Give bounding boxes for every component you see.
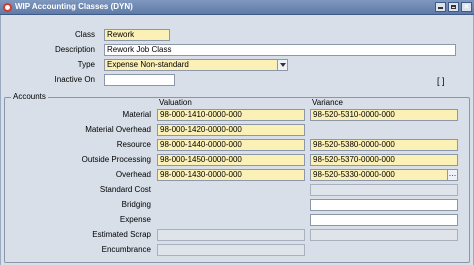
close-icon[interactable]: × xyxy=(461,2,472,12)
inactive-on-field[interactable] xyxy=(104,74,175,86)
class-field[interactable]: Rework xyxy=(104,29,170,41)
account-label-bridging: Bridging xyxy=(121,200,151,209)
account-label-material: Material xyxy=(122,110,151,119)
valuation-field-material-overhead[interactable]: 98-000-1420-0000-000 xyxy=(157,124,305,136)
oracle-logo-icon xyxy=(3,3,12,12)
account-label-overhead: Overhead xyxy=(115,170,151,179)
account-label-material-overhead: Material Overhead xyxy=(85,125,151,134)
variance-field-overhead[interactable]: 98-520-5330-0000-000 … xyxy=(310,169,458,181)
lov-ellipsis-icon[interactable]: … xyxy=(447,170,457,180)
minimize-icon[interactable] xyxy=(435,2,446,12)
description-label: Description xyxy=(54,45,95,54)
variance-field-outside-processing[interactable]: 98-520-5370-0000-000 xyxy=(310,154,458,166)
account-label-encumbrance: Encumbrance xyxy=(101,245,151,254)
valuation-field-overhead[interactable]: 98-000-1430-0000-000 xyxy=(157,169,305,181)
variance-header: Variance xyxy=(312,98,343,107)
type-select-value: Expense Non-standard xyxy=(107,60,189,69)
type-label: Type xyxy=(77,60,95,69)
variance-field-standard-cost xyxy=(310,184,458,196)
valuation-field-material[interactable]: 98-000-1410-0000-000 xyxy=(157,109,305,121)
account-label-outside-processing: Outside Processing xyxy=(81,155,151,164)
valuation-header: Valuation xyxy=(159,98,192,107)
descriptive-flexfield[interactable]: [ ] xyxy=(437,76,445,86)
inactive-on-label: Inactive On xyxy=(54,75,95,84)
type-select[interactable]: Expense Non-standard xyxy=(104,59,288,71)
valuation-field-outside-processing[interactable]: 98-000-1450-0000-000 xyxy=(157,154,305,166)
description-field[interactable]: Rework Job Class xyxy=(104,44,456,56)
window-titlebar: WIP Accounting Classes (DYN) × xyxy=(0,0,474,15)
chevron-down-icon[interactable] xyxy=(277,60,287,70)
window-title: WIP Accounting Classes (DYN) xyxy=(15,2,133,11)
variance-field-expense[interactable] xyxy=(310,214,458,226)
variance-field-material[interactable]: 98-520-5310-0000-000 xyxy=(310,109,458,121)
valuation-field-resource[interactable]: 98-000-1440-0000-000 xyxy=(157,139,305,151)
account-label-resource: Resource xyxy=(116,140,151,149)
accounts-group-title: Accounts xyxy=(11,92,48,102)
valuation-field-encumbrance xyxy=(157,244,305,256)
account-label-estimated-scrap: Estimated Scrap xyxy=(92,230,151,239)
form-body: Class Rework Description Rework Job Clas… xyxy=(0,15,474,265)
valuation-field-estimated-scrap xyxy=(157,229,305,241)
variance-field-bridging[interactable] xyxy=(310,199,458,211)
variance-field-estimated-scrap xyxy=(310,229,458,241)
account-label-expense: Expense xyxy=(119,215,151,224)
maximize-icon[interactable] xyxy=(448,2,459,12)
class-label: Class xyxy=(74,30,95,39)
account-label-standard-cost: Standard Cost xyxy=(99,185,151,194)
variance-field-overhead-value: 98-520-5330-0000-000 xyxy=(313,170,395,179)
variance-field-resource[interactable]: 98-520-5380-0000-000 xyxy=(310,139,458,151)
